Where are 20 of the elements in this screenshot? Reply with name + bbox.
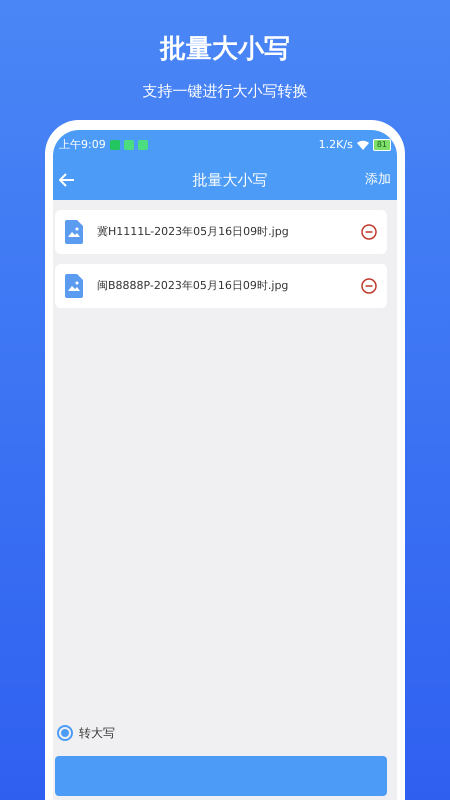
page-title: 批量大小写 [160,36,290,62]
notification-icon [110,140,120,150]
radio-label: 转大写 [79,725,115,742]
remove-icon[interactable] [361,278,377,294]
wifi-icon [356,140,369,150]
file-name: 冀H1111L-2023年05月16日09时.jpg [97,224,290,240]
status-time: 上午9:09 [59,136,106,153]
file-name: 闽B8888P-2023年05月16日09时.jpg [97,278,290,294]
back-arrow-icon[interactable] [59,173,75,187]
remove-icon[interactable] [361,224,377,240]
radio-option[interactable]: 转大写 [57,724,115,742]
image-file-icon [65,274,83,298]
network-speed: 1.2K/s [318,136,353,153]
battery-indicator: 81 [372,139,391,151]
page-subtitle: 支持一键进行大小写转换 [142,84,308,99]
notification-icon [124,140,134,150]
image-file-icon [65,220,83,244]
notification-icon [138,140,148,150]
nav-title: 批量大小写 [192,170,268,191]
radio-button[interactable] [57,725,73,741]
